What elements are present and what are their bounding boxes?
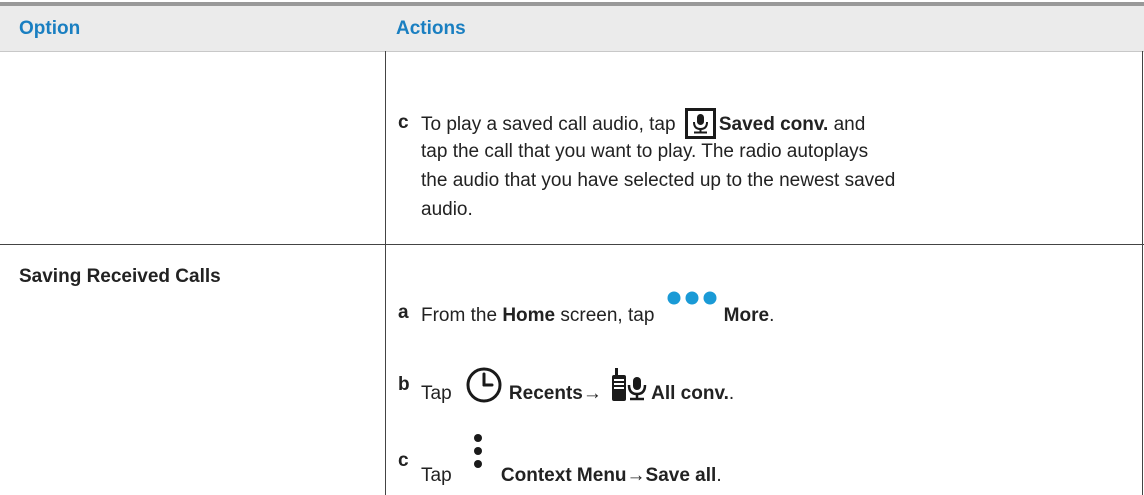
home-label: Home xyxy=(502,305,556,326)
step-text: Tap Context Menu→Save all. xyxy=(421,434,722,490)
clock-icon xyxy=(465,367,503,408)
step-text-part: . xyxy=(769,305,775,326)
column-header-actions: Actions xyxy=(396,18,466,39)
options-table: Option Actions c To play a saved call au… xyxy=(0,0,1144,495)
step-text-line: audio. xyxy=(421,199,473,220)
radio-microphone-icon xyxy=(609,368,649,408)
recents-label: Recents xyxy=(508,383,583,404)
step-text: Tap Recents→ All conv.. xyxy=(421,367,735,408)
arrow: → xyxy=(582,383,602,404)
step-text-part: To play a saved call audio, tap xyxy=(421,114,676,135)
saved-conv-label: Saved conv. xyxy=(718,114,829,135)
step-text: From the Home screen, tap More. xyxy=(421,291,775,330)
row-divider xyxy=(0,244,1144,245)
microphone-box-icon xyxy=(684,108,716,139)
step-text-part: From the xyxy=(421,305,503,326)
step-letter: c xyxy=(398,112,409,133)
table-header-row: Option Actions xyxy=(0,6,1144,52)
option-saving-received-calls: Saving Received Calls xyxy=(19,266,221,287)
step-text-part: Tap xyxy=(421,465,452,486)
step-text-line: the audio that you have selected up to t… xyxy=(421,170,896,191)
step-letter: b xyxy=(398,374,410,395)
step-text-part: screen, tap xyxy=(555,305,655,326)
more-label: More xyxy=(723,305,770,326)
step-text-part: and xyxy=(828,114,866,135)
step-text-part: . xyxy=(728,383,735,404)
step-text-part: . xyxy=(716,465,722,486)
step-text: To play a saved call audio, tap Saved co… xyxy=(421,108,895,224)
all-conv-label: All conv. xyxy=(651,383,729,404)
table-right-border xyxy=(1142,51,1143,495)
vertical-dots-icon xyxy=(465,434,491,490)
context-menu-label: Context Menu xyxy=(500,465,627,486)
column-header-option: Option xyxy=(19,18,81,39)
step-letter: c xyxy=(398,450,409,471)
step-text-part: Tap xyxy=(421,383,452,404)
column-divider xyxy=(385,51,386,495)
arrow: → xyxy=(626,465,646,486)
three-dots-icon xyxy=(666,291,718,330)
save-all-label: Save all xyxy=(645,465,717,486)
step-letter: a xyxy=(398,302,409,323)
step-text-line: tap the call that you want to play. The … xyxy=(421,141,869,162)
